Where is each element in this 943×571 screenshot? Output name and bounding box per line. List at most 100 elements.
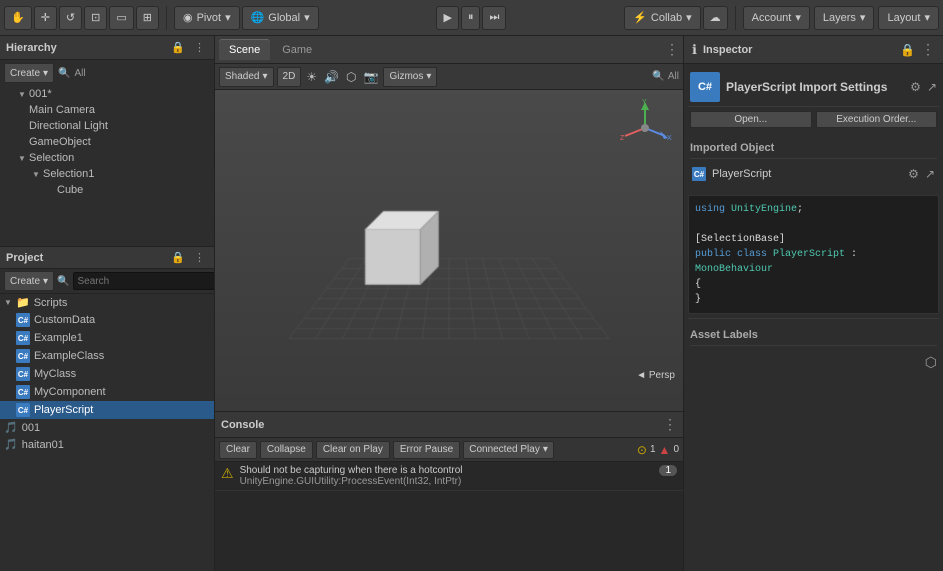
pivot-dropdown[interactable]: ◉ Pivot ▾ bbox=[174, 6, 240, 30]
hierarchy-panel: Hierarchy 🔒 ⋮ Create ▾ 🔍 All 001* bbox=[0, 36, 214, 246]
selection1-label: Selection1 bbox=[43, 168, 94, 180]
gameobject-label: GameObject bbox=[29, 136, 91, 148]
open-button[interactable]: Open... bbox=[690, 111, 812, 128]
hierarchy-create-button[interactable]: Create ▾ bbox=[4, 63, 54, 83]
left-panel: Hierarchy 🔒 ⋮ Create ▾ 🔍 All 001* bbox=[0, 36, 215, 571]
gizmos-dropdown[interactable]: Gizmos ▾ bbox=[383, 67, 437, 87]
project-more-icon[interactable]: ⋮ bbox=[191, 250, 208, 265]
project-folder-haitan01[interactable]: 🎵 haitan01 bbox=[0, 436, 214, 453]
project-file-myclass[interactable]: C# MyClass bbox=[0, 365, 214, 383]
camera-icon[interactable]: 📷 bbox=[362, 70, 381, 84]
hierarchy-item-selection1[interactable]: Selection1 bbox=[0, 166, 214, 182]
project-folder-001[interactable]: 🎵 001 bbox=[0, 419, 214, 436]
console-log-row[interactable]: ⚠ Should not be capturing when there is … bbox=[215, 462, 683, 491]
layout-dropdown[interactable]: Layout ▾ bbox=[878, 6, 939, 30]
chevron-shaded: ▾ bbox=[262, 71, 267, 82]
imported-settings-icon[interactable]: ⚙ bbox=[908, 167, 919, 181]
execution-order-button[interactable]: Execution Order... bbox=[816, 111, 938, 128]
scale-tool-button[interactable]: ⊡ bbox=[84, 6, 107, 30]
console-clear-on-play-button[interactable]: Clear on Play bbox=[316, 441, 390, 459]
selection-triangle bbox=[18, 154, 26, 163]
project-file-example1[interactable]: C# Example1 bbox=[0, 329, 214, 347]
lighting-icon[interactable]: ☀ bbox=[304, 70, 319, 84]
project-panel: Project 🔒 ⋮ Create ▾ 🔍 ★ ⊟ 📁 bbox=[0, 246, 214, 571]
tab-game[interactable]: Game bbox=[272, 40, 322, 60]
connected-play-label: Connected Play bbox=[469, 444, 540, 455]
inspector-btn-row: Open... Execution Order... bbox=[688, 107, 939, 132]
hierarchy-item-directional-light[interactable]: Directional Light bbox=[0, 118, 214, 134]
folder-icon-001: 🎵 bbox=[4, 421, 18, 434]
project-icons: 🔒 ⋮ bbox=[168, 250, 208, 265]
audio-icon[interactable]: 🔊 bbox=[322, 70, 341, 84]
account-dropdown[interactable]: Account ▾ bbox=[743, 6, 810, 30]
project-search-input[interactable] bbox=[73, 272, 215, 290]
example1-label: Example1 bbox=[34, 332, 83, 344]
folder-icon-scripts: 📁 bbox=[16, 296, 30, 309]
project-file-customdata[interactable]: C# CustomData bbox=[0, 311, 214, 329]
mycomponent-label: MyComponent bbox=[34, 386, 106, 398]
imported-object-section: Imported Object C# PlayerScript ⚙ ↗ bbox=[688, 132, 939, 191]
hierarchy-all-label: All bbox=[75, 68, 86, 79]
hierarchy-lock-icon[interactable]: 🔒 bbox=[168, 40, 188, 55]
hierarchy-more-icon[interactable]: ⋮ bbox=[191, 40, 208, 55]
account-label: Account bbox=[752, 12, 792, 24]
collab-dropdown[interactable]: ⚡ Collab ▾ bbox=[624, 6, 700, 30]
layers-dropdown[interactable]: Layers ▾ bbox=[814, 6, 875, 30]
cs-icon-exampleclass: C# bbox=[16, 349, 30, 363]
hierarchy-root-item[interactable]: 001* bbox=[0, 86, 214, 102]
project-file-exampleclass[interactable]: C# ExampleClass bbox=[0, 347, 214, 365]
connected-play-dropdown[interactable]: Connected Play ▾ bbox=[463, 441, 554, 459]
cloud-button[interactable]: ☁ bbox=[703, 6, 728, 30]
shaded-dropdown[interactable]: Shaded ▾ bbox=[219, 67, 274, 87]
hierarchy-item-gameobject[interactable]: GameObject bbox=[0, 134, 214, 150]
global-dropdown[interactable]: 🌐 Global ▾ bbox=[242, 6, 319, 30]
proj-haitan-label: haitan01 bbox=[22, 439, 64, 451]
hierarchy-item-cube[interactable]: Cube bbox=[0, 182, 214, 198]
asset-label-add-icon[interactable]: ⬡ bbox=[925, 354, 937, 371]
cs-icon-mycomponent: C# bbox=[16, 385, 30, 399]
playerscript-label: PlayerScript bbox=[34, 404, 93, 416]
chevron-down-layers: ▾ bbox=[860, 11, 866, 24]
hierarchy-item-main-camera[interactable]: Main Camera bbox=[0, 102, 214, 118]
inspector-settings-icon[interactable]: ⚙ bbox=[910, 80, 921, 94]
2d-button[interactable]: 2D bbox=[277, 67, 302, 87]
inspector-more-icon[interactable]: ⋮ bbox=[921, 41, 935, 58]
transform-tool-button[interactable]: ⊞ bbox=[136, 6, 159, 30]
hierarchy-icons: 🔒 ⋮ bbox=[168, 40, 208, 55]
console-clear-button[interactable]: Clear bbox=[219, 441, 257, 459]
warn-badge-count: 1 bbox=[650, 444, 656, 455]
console-collapse-button[interactable]: Collapse bbox=[260, 441, 313, 459]
rotate-tool-button[interactable]: ↺ bbox=[59, 6, 82, 30]
tab-scene[interactable]: Scene bbox=[219, 39, 270, 60]
scene-canvas bbox=[215, 90, 683, 411]
project-lock-icon[interactable]: 🔒 bbox=[168, 250, 188, 265]
step-button[interactable]: ⏭ bbox=[482, 6, 506, 30]
asset-label-controls: ⬡ bbox=[690, 350, 937, 375]
hierarchy-item-selection[interactable]: Selection bbox=[0, 150, 214, 166]
hand-tool-button[interactable]: ✋ bbox=[4, 6, 32, 30]
move-tool-button[interactable]: ✛ bbox=[34, 6, 57, 30]
inspector-lock-icon[interactable]: 🔒 bbox=[900, 43, 915, 57]
console-error-pause-button[interactable]: Error Pause bbox=[393, 441, 460, 459]
rect-tool-button[interactable]: ▭ bbox=[109, 6, 133, 30]
imported-expand-icon[interactable]: ↗ bbox=[925, 167, 935, 181]
console-more-icon[interactable]: ⋮ bbox=[663, 416, 677, 433]
play-controls: ▶ ⏸ ⏭ bbox=[436, 6, 506, 30]
inspector-expand-icon[interactable]: ↗ bbox=[927, 80, 937, 94]
play-button[interactable]: ▶ bbox=[436, 6, 458, 30]
inspector-icon: ℹ bbox=[692, 42, 697, 58]
err-badge-icon: ▲ bbox=[659, 443, 671, 457]
layout-label: Layout bbox=[887, 12, 920, 24]
project-scripts-folder[interactable]: 📁 Scripts bbox=[0, 294, 214, 311]
project-file-playerscript[interactable]: C# PlayerScript bbox=[0, 401, 214, 419]
effects-icon[interactable]: ⬡ bbox=[344, 70, 358, 84]
viewport-more-icon[interactable]: ⋮ bbox=[665, 41, 679, 58]
directional-light-label: Directional Light bbox=[29, 120, 108, 132]
pause-button[interactable]: ⏸ bbox=[461, 6, 481, 30]
project-create-button[interactable]: Create ▾ bbox=[4, 271, 54, 291]
exampleclass-label: ExampleClass bbox=[34, 350, 104, 362]
project-file-mycomponent[interactable]: C# MyComponent bbox=[0, 383, 214, 401]
scene-gizmo[interactable]: Y X Z bbox=[615, 98, 675, 158]
console-message: Should not be capturing when there is a … bbox=[240, 465, 463, 487]
scene-viewport[interactable]: Y X Z ◄ Persp bbox=[215, 90, 683, 411]
